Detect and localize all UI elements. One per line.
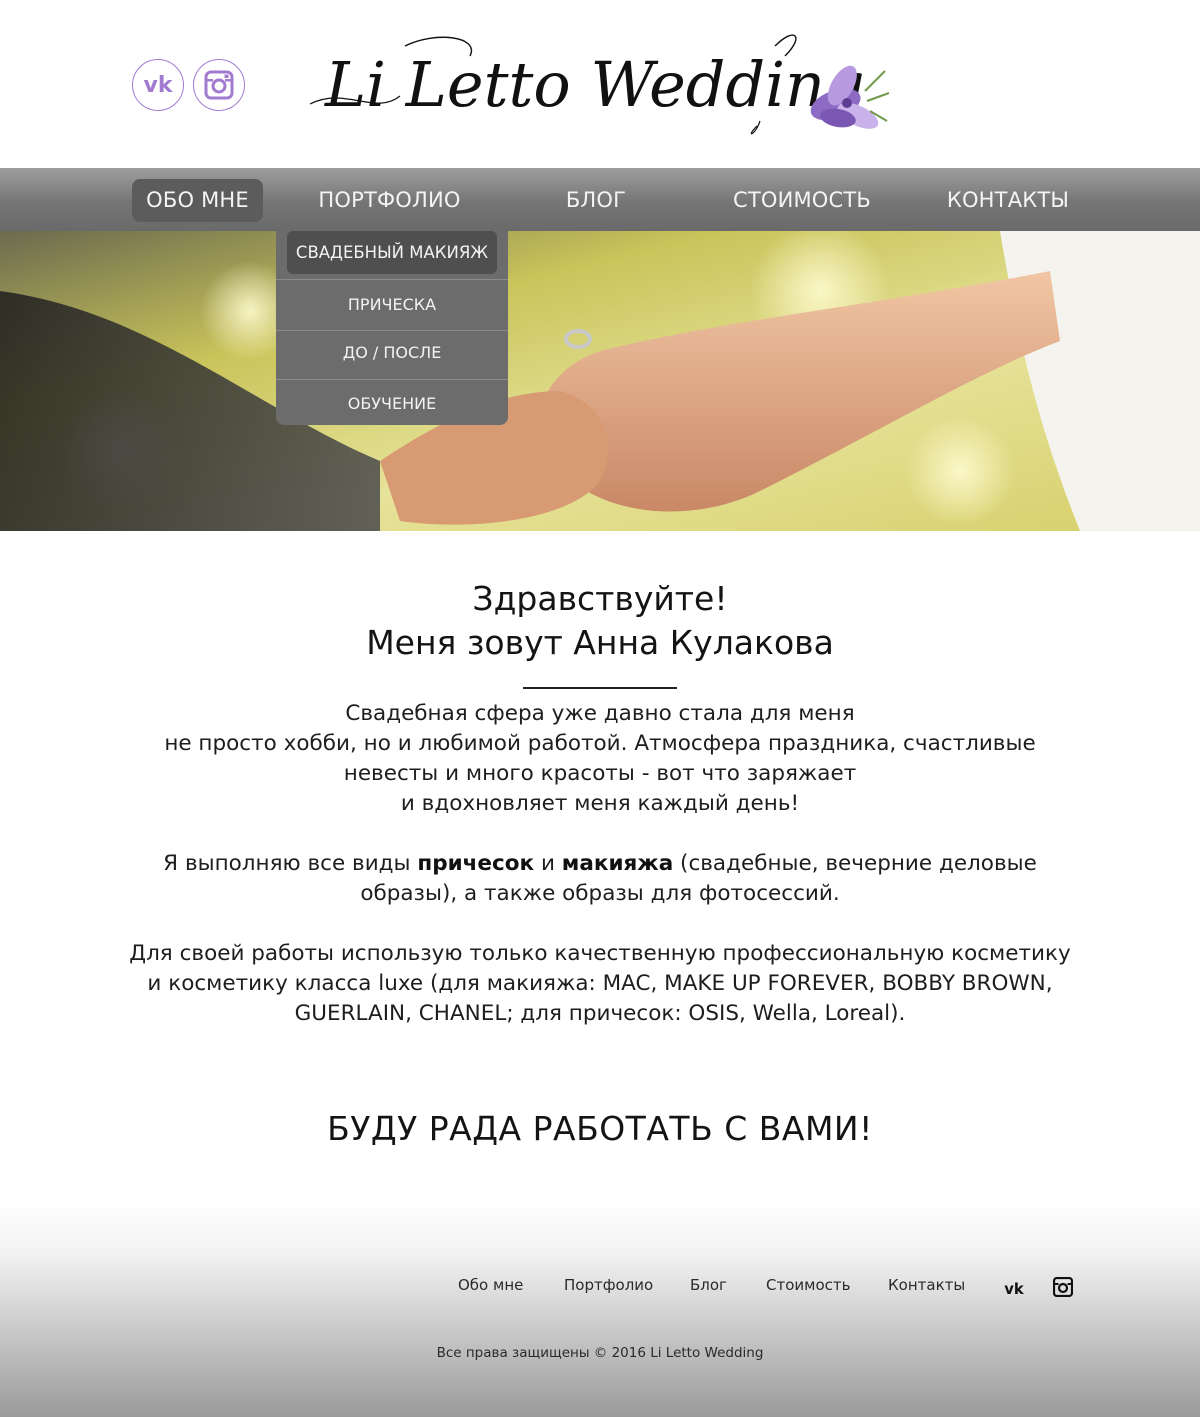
intro-paragraph: Свадебная сфера уже давно стала для меня… (100, 699, 1100, 819)
copyright-text: Все права защищены © 2016 Li Letto Weddi… (436, 1345, 764, 1361)
instagram-icon (204, 70, 234, 100)
dropdown-item-training[interactable]: ОБУЧЕНИЕ (276, 380, 508, 425)
nav-item-portfolio[interactable]: ПОРТФОЛИО (292, 179, 487, 222)
services-line: образы), а также образы для фотосессий. (360, 881, 840, 906)
services-paragraph: Я выполняю все виды причесок и макияжа (… (100, 849, 1100, 909)
vk-link[interactable]: vk (132, 59, 184, 111)
footer-link-contacts[interactable]: Контакты (888, 1276, 965, 1294)
intro-line: невесты и много красоты - вот что заряжа… (343, 761, 857, 786)
vk-icon: vk (144, 73, 174, 97)
greeting-name: Меня зовут Анна Кулакова (366, 623, 834, 662)
dropdown-item-wedding-makeup[interactable]: СВАДЕБНЫЙ МАКИЯЖ (287, 231, 497, 274)
makeup-bold: макияжа (561, 851, 674, 876)
cosmetics-line: GUERLAIN, CHANEL; для причесок: OSIS, We… (294, 1001, 906, 1026)
footer-link-blog[interactable]: Блог (690, 1276, 727, 1294)
services-line: Я выполняю все виды причесок и макияжа (… (163, 851, 1037, 876)
nav-item-blog[interactable]: БЛОГ (532, 179, 660, 222)
instagram-link[interactable] (193, 59, 245, 111)
site-footer: Обо мне Портфолио Блог Стоимость Контакт… (0, 1200, 1200, 1417)
cosmetics-line: Для своей работы использую только качест… (129, 941, 1071, 966)
instagram-icon[interactable] (1053, 1277, 1073, 1297)
footer-link-about[interactable]: Обо мне (458, 1276, 523, 1294)
site-header: vk Li Letto Wedding (0, 0, 1200, 168)
intro-line: Свадебная сфера уже давно стала для меня (345, 701, 855, 726)
dropdown-item-before-after[interactable]: ДО / ПОСЛЕ (276, 331, 508, 379)
svg-text:vk: vk (144, 73, 174, 97)
greeting-title: Здравствуйте! (472, 579, 728, 618)
hairstyles-bold: причесок (417, 851, 535, 876)
intro-line: и вдохновляет меня каждый день! (400, 791, 800, 816)
nav-item-prices[interactable]: СТОИМОСТЬ (712, 179, 892, 222)
portfolio-dropdown: СВАДЕБНЫЙ МАКИЯЖ ПРИЧЕСКА ДО / ПОСЛЕ ОБУ… (276, 231, 508, 425)
svg-text:vk: vk (1004, 1281, 1025, 1298)
footer-link-prices[interactable]: Стоимость (766, 1276, 850, 1294)
main-nav: ОБО МНЕ ПОРТФОЛИО БЛОГ СТОИМОСТЬ КОНТАКТ… (0, 168, 1200, 231)
footer-link-portfolio[interactable]: Портфолио (564, 1276, 653, 1294)
intro-line: не просто хобби, но и любимой работой. А… (164, 731, 1036, 756)
nav-item-about[interactable]: ОБО МНЕ (132, 179, 263, 222)
logo-text: Li Letto Wedding (324, 48, 865, 121)
dropdown-item-hairstyle[interactable]: ПРИЧЕСКА (276, 280, 508, 330)
cosmetics-line: и косметику класса luxe (для макияжа: MA… (147, 971, 1053, 996)
nav-item-contacts[interactable]: КОНТАКТЫ (928, 179, 1088, 222)
cosmetics-paragraph: Для своей работы использую только качест… (100, 939, 1100, 1029)
title-divider (523, 687, 677, 689)
hero-image (0, 231, 1200, 531)
site-logo[interactable]: Li Letto Wedding (305, 26, 900, 144)
vk-icon[interactable]: vk (1001, 1278, 1027, 1300)
call-to-action: БУДУ РАДА РАБОТАТЬ С ВАМИ! (327, 1109, 873, 1148)
